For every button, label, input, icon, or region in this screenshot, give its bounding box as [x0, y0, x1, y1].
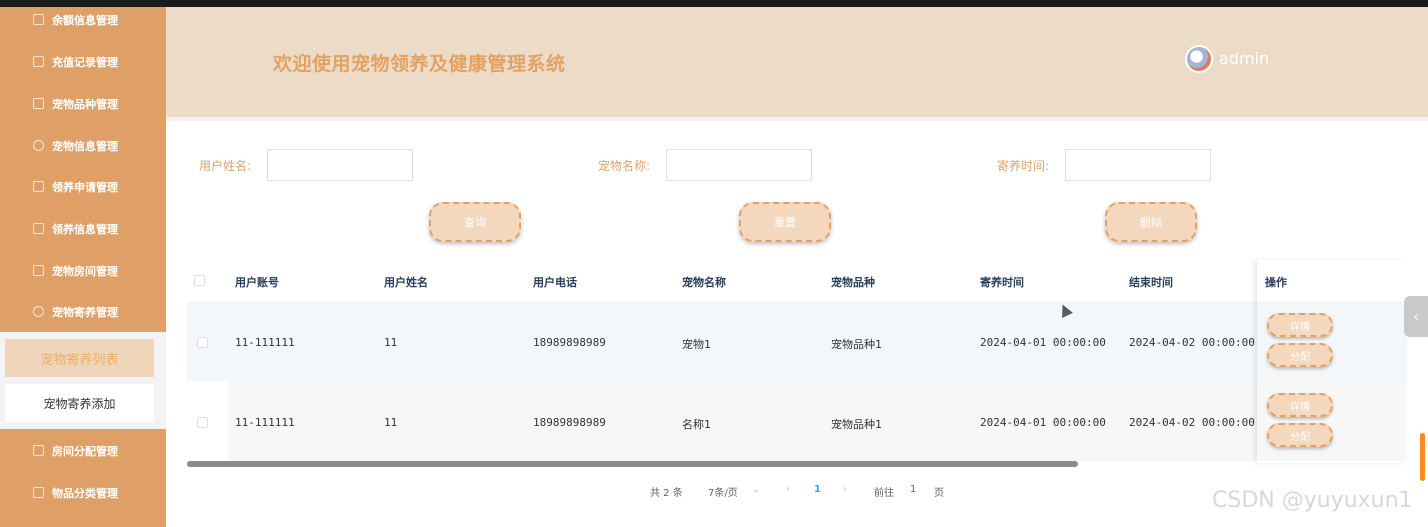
sidebar-submenu: 宠物寄养列表 宠物寄养添加: [0, 332, 166, 429]
sidebar-item-label: 领养信息管理: [52, 222, 118, 236]
column-header[interactable]: 宠物品种: [831, 274, 875, 290]
cell-end-time: 2024-04-02 00:00:00: [1129, 336, 1255, 349]
pet-name-input[interactable]: [666, 149, 812, 181]
user-name-input[interactable]: [267, 149, 413, 181]
detail-button[interactable]: 详情: [1267, 313, 1333, 337]
sidebar-item-label: 充值记录管理: [52, 55, 118, 69]
sidebar-item-pet-room[interactable]: 宠物房间管理: [0, 250, 166, 291]
foster-time-label: 寄养时间:: [997, 159, 1050, 173]
sidebar-item-label: 房间分配管理: [52, 444, 118, 458]
table-horizontal-scrollbar[interactable]: [187, 461, 1407, 467]
goto-label: 前往: [874, 488, 894, 499]
table-row[interactable]: 11-111111 11 18989898989 名称1 宠物品种1 2024-…: [187, 381, 1407, 461]
chevron-down-icon[interactable]: ⌄: [752, 484, 760, 495]
box-icon: [33, 223, 44, 234]
column-header[interactable]: 用户姓名: [384, 274, 428, 290]
box-icon: [33, 487, 44, 498]
avatar[interactable]: [1185, 45, 1213, 73]
sidebar-item-label: 余额信息管理: [52, 13, 118, 27]
column-header[interactable]: 用户账号: [235, 274, 279, 290]
cell-pet-name: 名称1: [682, 418, 711, 431]
header-divider: [166, 117, 1428, 121]
pet-icon: [33, 306, 44, 317]
edit-icon: [33, 445, 44, 456]
sidebar-item-breed[interactable]: 宠物品种管理: [0, 83, 166, 124]
submenu-foster-list[interactable]: 宠物寄养列表: [5, 339, 154, 377]
cell-phone: 18989898989: [533, 416, 606, 429]
page-suffix: 页: [934, 488, 944, 499]
sidebar-item-label: 宠物品种管理: [52, 97, 118, 111]
prev-page-icon[interactable]: ‹: [786, 484, 790, 495]
page-size-select[interactable]: 7条/页: [708, 484, 738, 499]
delete-button[interactable]: 删除: [1105, 202, 1197, 242]
column-header[interactable]: 宠物名称: [682, 274, 726, 290]
select-all-checkbox[interactable]: [194, 275, 205, 286]
cell-name: 11: [384, 336, 398, 349]
table-header: 用户账号 用户姓名 用户电话 宠物名称 宠物品种 寄养时间 结束时间 操作: [187, 260, 1407, 300]
cell-account: 11-111111: [235, 416, 295, 429]
sidebar-item-label: 宠物寄养管理: [52, 305, 118, 319]
assign-button[interactable]: 分配: [1267, 343, 1333, 367]
sidebar-item-goods-category[interactable]: 物品分类管理: [0, 472, 166, 513]
sidebar-item-label: 宠物房间管理: [52, 264, 118, 278]
sidebar-item-label: 宠物信息管理: [52, 139, 118, 153]
column-header[interactable]: 寄养时间: [980, 274, 1024, 290]
chevron-left-icon[interactable]: ‹: [1404, 296, 1428, 337]
goto-page-input[interactable]: 1: [910, 484, 916, 495]
cell-name: 11: [384, 416, 398, 429]
watermark: CSDN @yuyuxun1: [1212, 488, 1413, 513]
query-button[interactable]: 查询: [429, 202, 521, 242]
cell-phone: 18989898989: [533, 336, 606, 349]
actions-column: 详情 分配 详情 分配: [1257, 260, 1407, 463]
cell-pet-name: 宠物1: [682, 338, 711, 351]
page-title: 欢迎使用宠物领养及健康管理系统: [273, 53, 566, 75]
cell-breed: 宠物品种1: [831, 338, 882, 351]
sidebar-item-foster[interactable]: 宠物寄养管理: [0, 291, 166, 332]
page-scrollbar[interactable]: [1420, 433, 1425, 481]
chart-icon: [33, 56, 44, 67]
submenu-foster-add[interactable]: 宠物寄养添加: [5, 384, 154, 422]
detail-button[interactable]: 详情: [1267, 393, 1333, 417]
next-page-icon[interactable]: ›: [843, 484, 847, 495]
sidebar-item-pet-info[interactable]: 宠物信息管理: [0, 125, 166, 166]
sidebar-item-room-assign[interactable]: 房间分配管理: [0, 430, 166, 471]
row-checkbox[interactable]: [197, 417, 208, 428]
column-header[interactable]: 结束时间: [1129, 274, 1173, 290]
pagination-total: 共 2 条: [650, 488, 683, 499]
scrollbar-thumb[interactable]: [187, 461, 1078, 467]
cell-start-time: 2024-04-01 00:00:00: [980, 416, 1106, 429]
row-checkbox[interactable]: [197, 337, 208, 348]
sidebar-item-recharge[interactable]: 充值记录管理: [0, 41, 166, 82]
edit-icon: [33, 14, 44, 25]
assign-button[interactable]: 分配: [1267, 423, 1333, 447]
sidebar-item-label: 物品分类管理: [52, 486, 118, 500]
edit-icon: [33, 98, 44, 109]
pet-icon: [33, 140, 44, 151]
pet-name-label: 宠物名称:: [598, 159, 651, 173]
user-name[interactable]: admin: [1219, 49, 1269, 68]
window-top-bar: [0, 0, 1428, 7]
reset-button[interactable]: 重置: [739, 202, 831, 242]
sidebar-item-label: 领养申请管理: [52, 180, 118, 194]
column-header[interactable]: 用户电话: [533, 274, 577, 290]
cell-start-time: 2024-04-01 00:00:00: [980, 336, 1106, 349]
table-row[interactable]: 11-111111 11 18989898989 宠物1 宠物品种1 2024-…: [187, 301, 1407, 381]
header: 欢迎使用宠物领养及健康管理系统 admin: [166, 7, 1428, 117]
foster-time-input[interactable]: [1065, 149, 1211, 181]
sidebar: 余额信息管理 充值记录管理 宠物品种管理 宠物信息管理 领养申请管理 领养信息管…: [0, 7, 166, 527]
sidebar-item-balance[interactable]: 余额信息管理: [0, 0, 166, 40]
cell-end-time: 2024-04-02 00:00:00: [1129, 416, 1255, 429]
cell-breed: 宠物品种1: [831, 418, 882, 431]
page-number-current[interactable]: 1: [814, 484, 821, 495]
edit-icon: [33, 265, 44, 276]
sidebar-item-adopt-apply[interactable]: 领养申请管理: [0, 166, 166, 207]
sidebar-item-adopt-info[interactable]: 领养信息管理: [0, 208, 166, 249]
user-name-label: 用户姓名:: [199, 159, 252, 173]
cell-account: 11-111111: [235, 336, 295, 349]
chart-icon: [33, 181, 44, 192]
